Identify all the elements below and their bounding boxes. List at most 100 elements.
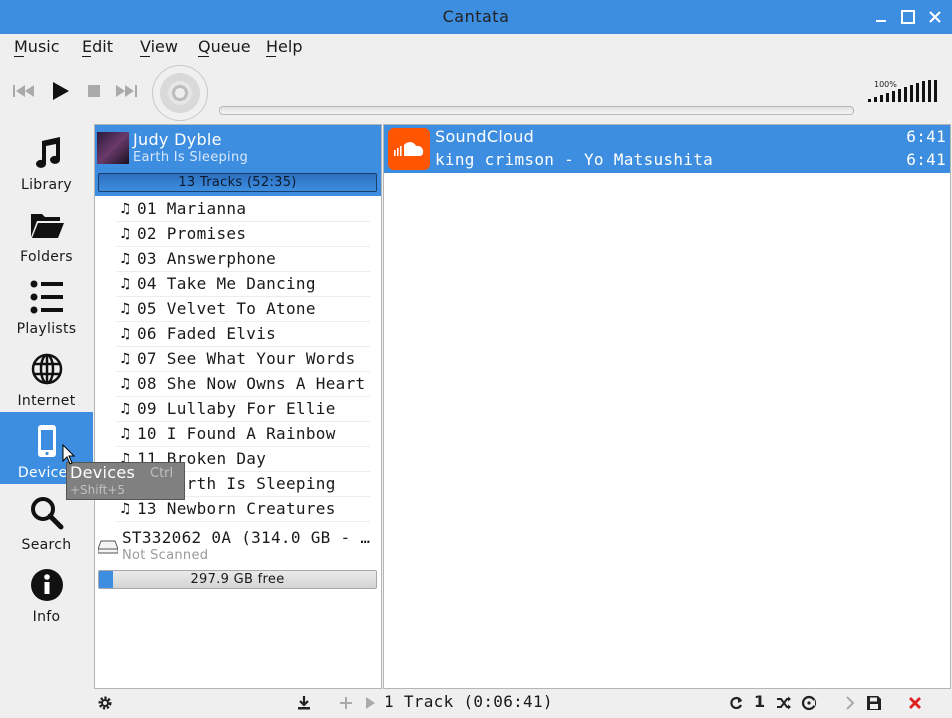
music-note-icon: ♫: [119, 251, 132, 267]
tooltip-shortcut: Ctrl: [150, 466, 174, 481]
tooltip-shortcut: +Shift+5: [70, 483, 126, 497]
track-row[interactable]: ♫ 13 Newborn Creatures: [116, 497, 370, 522]
save-icon[interactable]: [866, 695, 882, 711]
music-note-icon: [36, 137, 60, 168]
track-row[interactable]: ♫ 03 Answerphone: [116, 247, 370, 272]
menu-queue[interactable]: Queue: [198, 37, 251, 57]
device-used-fill: [99, 571, 113, 588]
music-note-icon: ♫: [119, 226, 132, 242]
menu-music[interactable]: Music: [14, 37, 60, 57]
shuffle-icon[interactable]: [776, 695, 792, 711]
soundcloud-icon: [388, 128, 430, 170]
track-title: 03 Answerphone: [137, 249, 277, 268]
minimize-icon[interactable]: [872, 8, 890, 26]
menu-accel-underline: [198, 56, 209, 57]
maximize-icon[interactable]: [899, 8, 917, 26]
nav-label-folders: Folders: [20, 249, 73, 265]
music-note-icon: ♫: [119, 301, 132, 317]
track-row[interactable]: ♫ 08 She Now Owns A Heart: [116, 372, 370, 397]
cover-art-cd-icon: [152, 65, 208, 121]
queue-track-title: king crimson - Yo Matsushita: [435, 150, 714, 169]
music-note-icon: ♫: [119, 276, 132, 292]
track-title: 02 Promises: [137, 224, 247, 243]
gear-icon[interactable]: [97, 695, 113, 711]
track-row[interactable]: ♫ 04 Take Me Dancing: [116, 272, 370, 297]
device-name[interactable]: ST332062 0A (314.0 GB - ...: [122, 528, 378, 547]
add-icon[interactable]: [338, 695, 354, 711]
album-track-count-badge: 13 Tracks (52:35): [98, 173, 377, 192]
music-note-icon: ♫: [119, 326, 132, 342]
volume-control[interactable]: [868, 80, 944, 102]
track-title: 09 Lullaby For Ellie: [137, 399, 336, 418]
track-row[interactable]: ♫ 09 Lullaby For Ellie: [116, 397, 370, 422]
nav-label-internet: Internet: [17, 393, 76, 409]
menu-help[interactable]: Help: [266, 37, 302, 57]
nav-info[interactable]: Info: [0, 556, 93, 628]
nav-label-playlists: Playlists: [16, 321, 77, 337]
menu-accel-underline: [82, 56, 91, 57]
play-queue-pane: [383, 124, 951, 689]
menu-edit[interactable]: Edit: [82, 37, 113, 57]
music-note-icon: ♫: [119, 401, 132, 417]
hard-drive-icon: [98, 540, 118, 554]
track-row[interactable]: ♫ 02 Promises: [116, 222, 370, 247]
nav-label-info: Info: [32, 609, 61, 625]
music-note-icon: ♫: [119, 501, 132, 517]
clear-queue-icon[interactable]: [907, 695, 923, 711]
phone-icon: [38, 425, 56, 457]
position-slider[interactable]: [219, 106, 854, 115]
album-title: Earth Is Sleeping: [133, 150, 249, 165]
device-status: Not Scanned: [122, 548, 209, 563]
tooltip-title: Devices: [70, 463, 136, 482]
track-title: 10 I Found A Rainbow: [137, 424, 336, 443]
play-icon[interactable]: [48, 80, 74, 102]
track-row[interactable]: ♫ 07 See What Your Words: [116, 347, 370, 372]
skip-back-icon[interactable]: [11, 80, 37, 102]
stop-icon[interactable]: [82, 80, 108, 102]
list-icon: [30, 280, 63, 314]
music-note-icon: ♫: [119, 351, 132, 367]
nav-playlists[interactable]: Playlists: [0, 268, 93, 340]
repeat-icon[interactable]: [728, 695, 744, 711]
music-note-icon: ♫: [119, 376, 132, 392]
track-row[interactable]: ♫ 01 Marianna: [116, 197, 370, 222]
queue-summary: 1 Track (0:06:41): [384, 692, 553, 711]
consume-icon[interactable]: [801, 695, 817, 711]
mouse-cursor-icon: [62, 444, 76, 465]
track-title: 05 Velvet To Atone: [137, 299, 316, 318]
track-row[interactable]: ♫ 06 Faded Elvis: [116, 322, 370, 347]
skip-forward-icon[interactable]: [113, 80, 139, 102]
track-row[interactable]: ♫ 10 I Found A Rainbow: [116, 422, 370, 447]
menu-accel-underline: [266, 56, 276, 57]
chevron-right-icon[interactable]: [842, 695, 858, 711]
nav-label-search: Search: [21, 537, 72, 553]
close-icon[interactable]: [926, 8, 944, 26]
device-free-space-bar: 297.9 GB free: [98, 570, 377, 589]
track-row[interactable]: ♫ 05 Velvet To Atone: [116, 297, 370, 322]
search-icon: [31, 497, 64, 530]
queue-source-duration: 6:41: [906, 127, 946, 146]
track-title: 06 Faded Elvis: [137, 324, 277, 343]
track-title: 01 Marianna: [137, 199, 247, 218]
nav-label-library: Library: [20, 177, 73, 193]
music-note-icon: ♫: [119, 426, 132, 442]
track-title: 13 Newborn Creatures: [137, 499, 336, 518]
info-icon: [31, 569, 63, 601]
album-cover-thumbnail: [97, 132, 129, 164]
menu-view[interactable]: View: [140, 37, 178, 57]
single-mode-toggle[interactable]: 1: [754, 692, 765, 711]
queue-source-name: SoundCloud: [435, 127, 535, 146]
album-artist: Judy Dyble: [133, 130, 222, 149]
nav-folders[interactable]: Folders: [0, 196, 93, 268]
queue-track-duration: 6:41: [906, 150, 946, 169]
track-title: 07 See What Your Words: [137, 349, 356, 368]
window-title: Cantata: [442, 7, 510, 26]
nav-library[interactable]: Library: [0, 124, 93, 196]
globe-icon: [31, 353, 63, 385]
folder-icon: [31, 214, 64, 238]
play-small-icon[interactable]: [362, 695, 378, 711]
download-icon[interactable]: [296, 695, 312, 711]
menu-accel-underline: [140, 56, 150, 57]
track-title: 08 She Now Owns A Heart: [137, 374, 366, 393]
nav-internet[interactable]: Internet: [0, 340, 93, 412]
